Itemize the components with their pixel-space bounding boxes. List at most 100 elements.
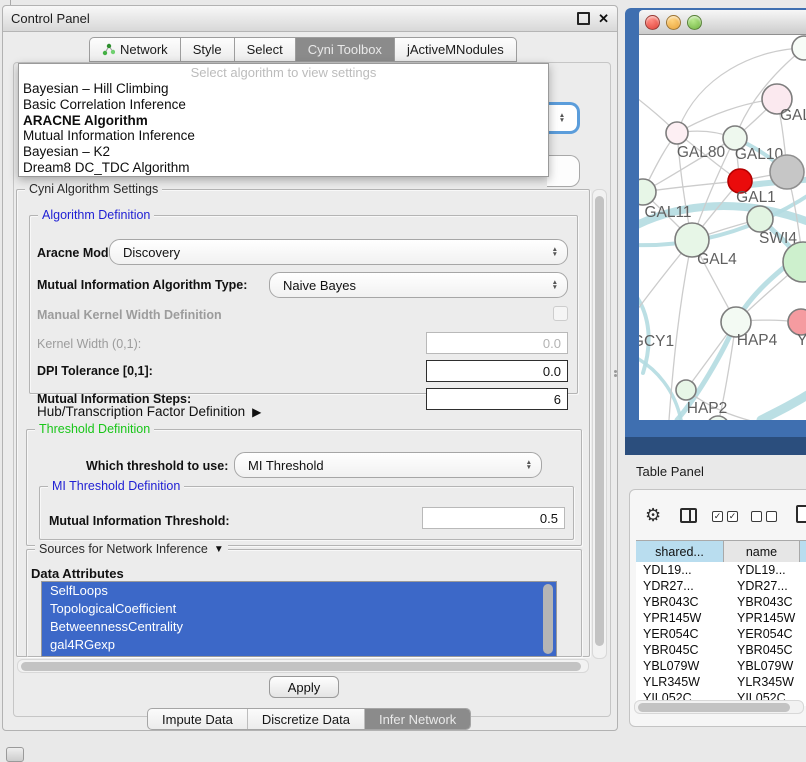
dpi-tolerance-label: DPI Tolerance [0,1]: bbox=[37, 364, 153, 378]
tab-select[interactable]: Select bbox=[234, 37, 295, 62]
mi-steps-field[interactable]: 6 bbox=[426, 388, 568, 410]
panel-splitter-grip[interactable] bbox=[613, 369, 618, 381]
collapsed-panel-icon[interactable] bbox=[6, 747, 24, 762]
table-cell: YBL079W bbox=[730, 658, 806, 674]
network-canvas[interactable]: GALGAL80GAL10GAL1GAL11SWI4GAL4GCY1HAP4YH… bbox=[639, 35, 806, 420]
combo-stepper-icon: ▲▼ bbox=[526, 460, 532, 471]
algorithm-dropdown-prompt: Select algorithm to view settings bbox=[19, 65, 548, 81]
table-horizontal-scrollbar-track[interactable] bbox=[634, 700, 804, 714]
manual-kernel-checkbox[interactable] bbox=[553, 306, 568, 321]
attribute-list-item[interactable]: TopologicalCoefficient bbox=[42, 600, 556, 618]
tab-discretize-data[interactable]: Discretize Data bbox=[248, 709, 365, 729]
which-threshold-value: MI Threshold bbox=[248, 458, 324, 473]
table-row[interactable]: YER054CYER054C8. bbox=[636, 626, 806, 642]
data-attributes-label: Data Attributes bbox=[31, 566, 124, 581]
table-row[interactable]: YDR27...YDR27...12 bbox=[636, 578, 806, 594]
algorithm-definition-title: Algorithm Definition bbox=[38, 208, 154, 222]
aracne-mode-combo[interactable]: Discovery ▲▼ bbox=[109, 239, 568, 265]
node-label: GAL bbox=[780, 107, 806, 124]
checked-checkbox-icon[interactable]: ✓ bbox=[712, 511, 723, 522]
table-row[interactable]: YDL19...YDL19...13 bbox=[636, 562, 806, 578]
manual-kernel-label: Manual Kernel Width Definition bbox=[37, 308, 222, 322]
table-cell: YDL19... bbox=[730, 562, 806, 578]
network-window-titlebar[interactable] bbox=[639, 10, 806, 35]
window-edge-tick bbox=[10, 0, 11, 5]
settings-horizontal-scrollbar-track[interactable] bbox=[17, 659, 589, 673]
tab-network[interactable]: Network bbox=[89, 37, 180, 62]
settings-horizontal-scrollbar-thumb[interactable] bbox=[21, 662, 581, 671]
zoom-traffic-light[interactable] bbox=[687, 15, 702, 30]
algorithm-option[interactable]: Bayesian – K2 bbox=[19, 144, 548, 160]
algorithm-option[interactable]: ARACNE Algorithm bbox=[19, 113, 548, 129]
unchecked-checkbox-icon[interactable] bbox=[751, 511, 762, 522]
table-cell: YER054C bbox=[636, 626, 730, 642]
kernel-width-field[interactable]: 0.0 bbox=[426, 332, 568, 354]
close-icon[interactable]: ✕ bbox=[598, 12, 609, 25]
network-node-hap2[interactable] bbox=[676, 380, 696, 400]
tab-impute-data[interactable]: Impute Data bbox=[148, 709, 248, 729]
inference-algorithm-combo-fragment[interactable]: ▲▼ bbox=[547, 102, 580, 134]
tab-jactivemnodules[interactable]: jActiveMNodules bbox=[394, 37, 517, 62]
attribute-list-item[interactable]: SelfLoops bbox=[42, 582, 556, 600]
table-column-header[interactable]: A bbox=[800, 540, 806, 564]
tab-cyni-toolbox[interactable]: Cyni Toolbox bbox=[295, 37, 394, 62]
gear-icon[interactable]: ⚙ bbox=[645, 505, 661, 526]
mi-threshold-field[interactable]: 0.5 bbox=[422, 507, 565, 529]
table-row[interactable]: YBR045CYBR045C9. bbox=[636, 642, 806, 658]
sources-group-title-wrap[interactable]: Sources for Network Inference ▼ bbox=[35, 542, 228, 556]
dpi-tolerance-value: 0.0 bbox=[543, 364, 561, 379]
table-column-header[interactable]: name bbox=[724, 540, 800, 564]
close-traffic-light[interactable] bbox=[645, 15, 660, 30]
control-panel-title: Control Panel bbox=[11, 11, 90, 26]
table-horizontal-scrollbar-thumb[interactable] bbox=[638, 703, 790, 712]
apply-button[interactable]: Apply bbox=[269, 676, 339, 698]
node-label: GCY1 bbox=[639, 333, 674, 350]
table-row[interactable]: YBR043CYBR043C bbox=[636, 594, 806, 610]
attribute-list-item[interactable]: BetweennessCentrality bbox=[42, 618, 556, 636]
node-label: GAL1 bbox=[736, 189, 776, 206]
tab-infer-network[interactable]: Infer Network bbox=[365, 709, 470, 729]
settings-vertical-scrollbar-track[interactable] bbox=[592, 189, 607, 659]
node-label: Y bbox=[797, 332, 806, 349]
node-label: GAL4 bbox=[697, 251, 737, 268]
hub-definition-toggle[interactable]: Hub/Transcription Factor Definition ▶ bbox=[37, 404, 261, 419]
table-header: shared...nameA bbox=[636, 540, 806, 564]
dpi-tolerance-field[interactable]: 0.0 bbox=[426, 360, 568, 382]
network-window-bottom-edge bbox=[625, 437, 806, 455]
table-row[interactable]: YLR345WYLR345W9. bbox=[636, 674, 806, 690]
algorithm-option[interactable]: Dream8 DC_TDC Algorithm bbox=[19, 160, 548, 176]
chevron-right-icon: ▶ bbox=[252, 405, 261, 419]
attribute-list-item[interactable]: gal4RGexp bbox=[42, 636, 556, 654]
attributes-list-scrollbar[interactable] bbox=[543, 584, 553, 654]
algorithm-option[interactable]: Mutual Information Inference bbox=[19, 128, 548, 144]
tab-style[interactable]: Style bbox=[180, 37, 234, 62]
combo-stepper-icon: ▲▼ bbox=[552, 247, 558, 258]
algorithm-dropdown: Select algorithm to view settings Bayesi… bbox=[18, 63, 549, 177]
table-cell: YBR043C bbox=[730, 594, 806, 610]
checked-checkbox-icon[interactable]: ✓ bbox=[727, 511, 738, 522]
network-node-swi4[interactable] bbox=[747, 206, 773, 232]
network-selector-combo-fragment[interactable] bbox=[547, 155, 580, 187]
combo-stepper-icon: ▲▼ bbox=[559, 113, 565, 124]
table-icon-partial[interactable] bbox=[796, 505, 806, 523]
bottom-tab-bar: Impute Data Discretize Data Infer Networ… bbox=[147, 708, 471, 730]
table-cell: YPR145W bbox=[730, 610, 806, 626]
unchecked-checkbox-icon[interactable] bbox=[766, 511, 777, 522]
algorithm-option[interactable]: Bayesian – Hill Climbing bbox=[19, 81, 548, 97]
mi-steps-value: 6 bbox=[554, 392, 561, 407]
table-row[interactable]: YBL079WYBL079W bbox=[636, 658, 806, 674]
data-attributes-list[interactable]: SelfLoopsTopologicalCoefficientBetweenne… bbox=[41, 581, 557, 657]
network-tab-icon bbox=[102, 43, 115, 56]
float-window-icon[interactable] bbox=[577, 12, 590, 25]
table-row[interactable]: YPR145WYPR145W9. bbox=[636, 610, 806, 626]
minimize-traffic-light[interactable] bbox=[666, 15, 681, 30]
which-threshold-combo[interactable]: MI Threshold ▲▼ bbox=[234, 452, 542, 478]
table-column-header[interactable]: shared... bbox=[636, 540, 724, 564]
settings-vertical-scrollbar-thumb[interactable] bbox=[595, 196, 604, 646]
algorithm-option[interactable]: Basic Correlation Inference bbox=[19, 97, 548, 113]
mi-type-combo[interactable]: Naive Bayes ▲▼ bbox=[269, 272, 568, 298]
network-node-gal80[interactable] bbox=[666, 122, 688, 144]
mi-threshold-definition-title: MI Threshold Definition bbox=[48, 479, 184, 493]
network-node[interactable] bbox=[770, 155, 804, 189]
split-view-icon[interactable] bbox=[680, 508, 697, 523]
